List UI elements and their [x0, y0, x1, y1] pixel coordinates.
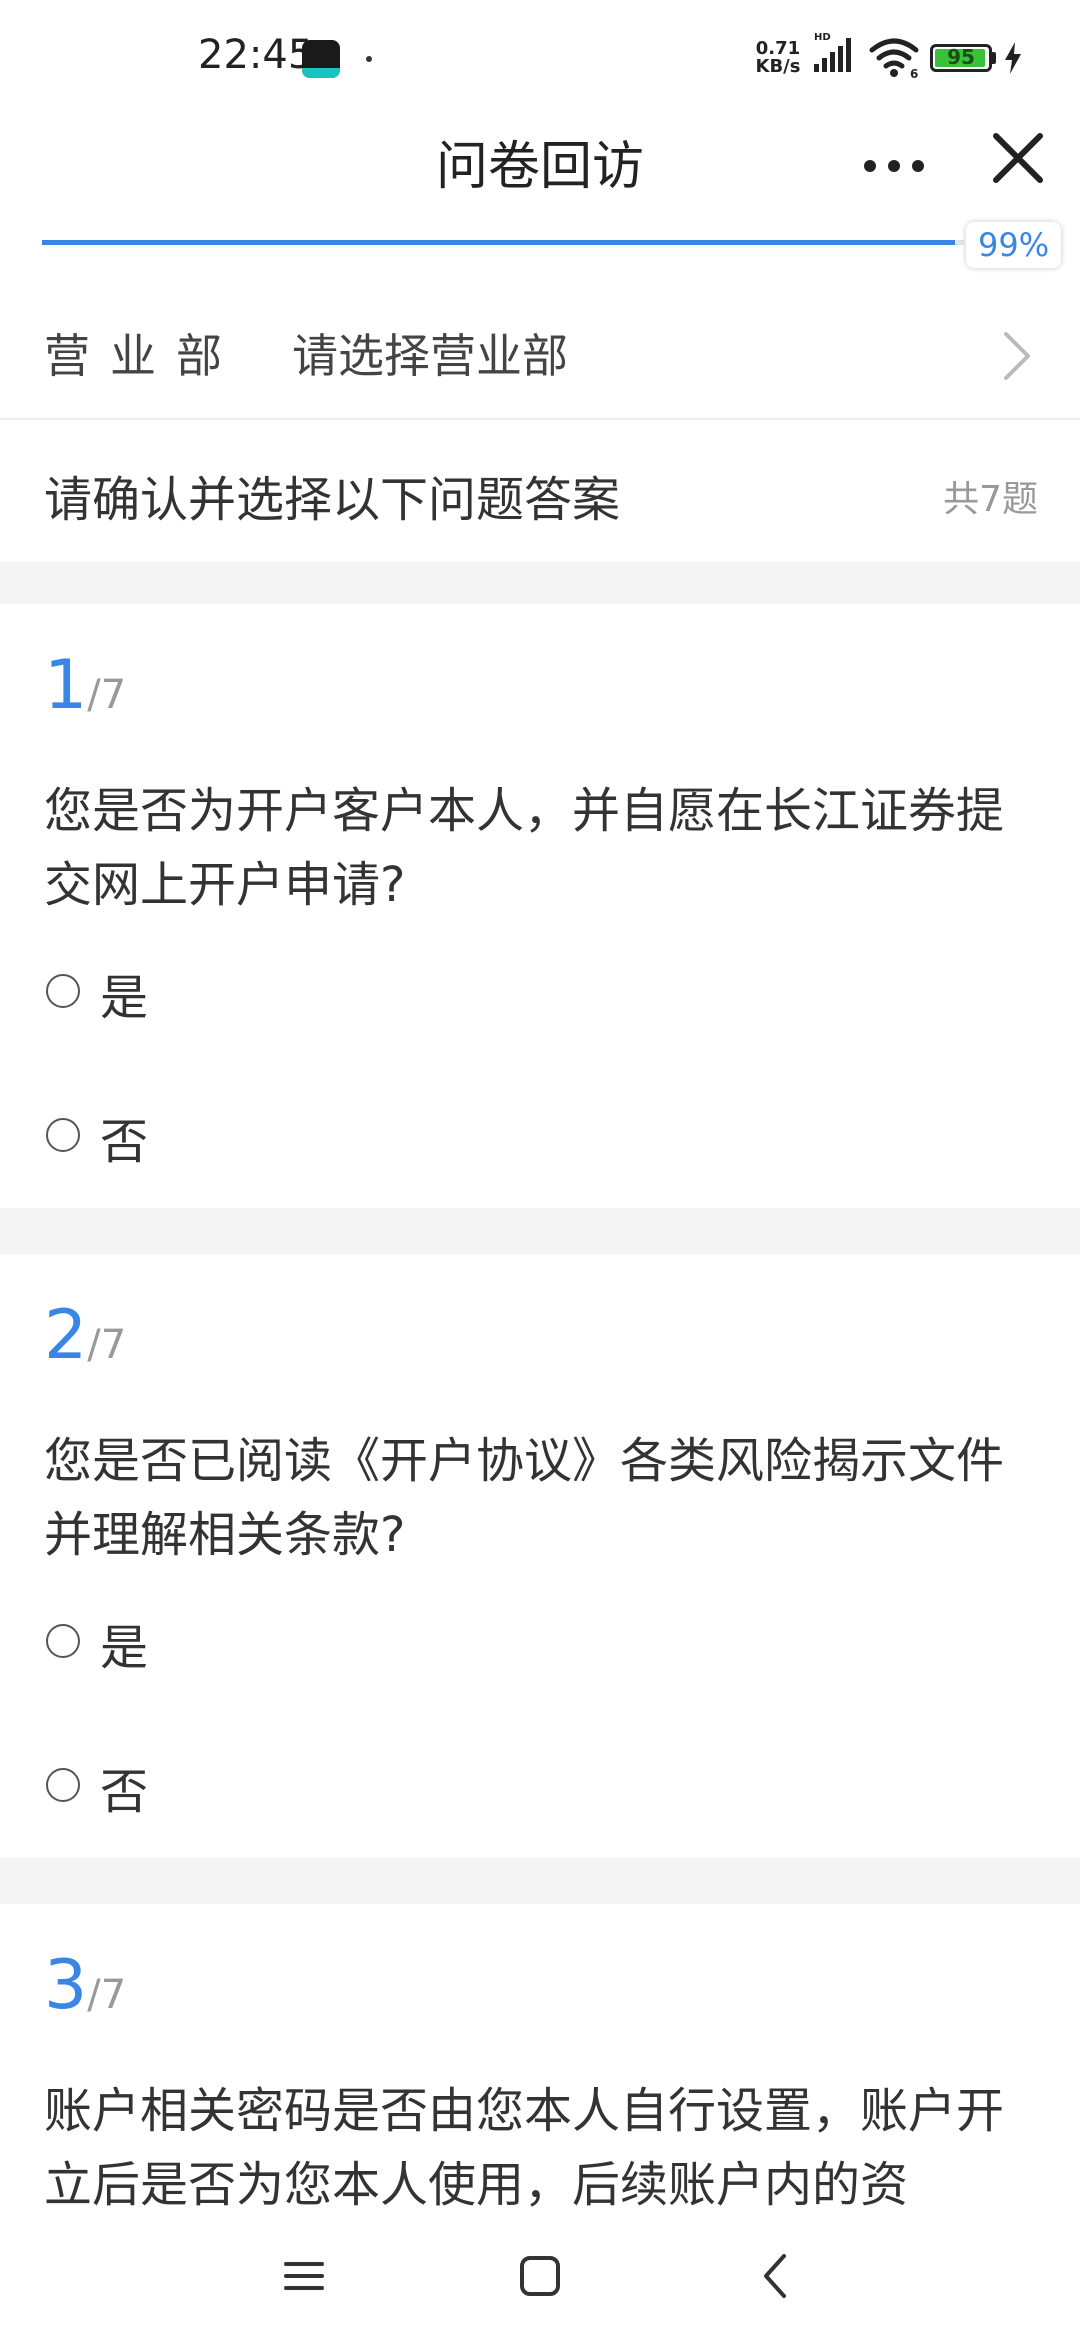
notification-dot-icon [366, 56, 372, 62]
more-horizontal-icon [888, 160, 900, 172]
section-divider [0, 562, 1080, 604]
answer-option-yes[interactable]: 是 [44, 1604, 644, 1684]
department-placeholder: 请选择营业部 [292, 329, 568, 383]
home-icon [520, 2256, 560, 2296]
department-selector[interactable]: 营业部 请选择营业部 [0, 294, 1080, 420]
radio-button[interactable] [46, 974, 80, 1008]
radio-button[interactable] [46, 1624, 80, 1658]
instruction-row: 请确认并选择以下问题答案 共7题 [0, 420, 1080, 560]
progress-percent: 99% [966, 222, 1062, 268]
department-label: 营业部 [44, 329, 242, 383]
battery-icon: 95 [930, 44, 992, 72]
question-number: 1/7 [44, 646, 126, 725]
answer-option-yes[interactable]: 是 [44, 954, 644, 1034]
question-total: /7 [87, 1972, 127, 2018]
answer-option-no[interactable]: 否 [44, 1098, 644, 1178]
battery-level: 95 [947, 45, 975, 69]
network-speed: 0.71 KB/s [752, 40, 804, 76]
answer-option-no[interactable]: 否 [44, 1748, 644, 1828]
menu-button[interactable] [268, 2240, 340, 2312]
progress-fill [42, 240, 955, 245]
wifi-icon: 6 [869, 38, 919, 80]
system-navigation-bar [0, 2210, 1080, 2340]
question-index: 2 [44, 1296, 88, 1375]
question-index: 1 [44, 646, 88, 725]
radio-button[interactable] [46, 1768, 80, 1802]
svg-text:6: 6 [910, 67, 918, 80]
title-bar: 问卷回访 [0, 110, 1080, 240]
status-bar: 22:45 0.71 KB/s HD 6 95 [0, 0, 1080, 110]
section-divider [0, 1858, 1080, 1904]
menu-icon [284, 2262, 324, 2290]
more-horizontal-icon [912, 160, 924, 172]
question-text: 您是否为开户客户本人，并自愿在长江证券提交网上开户申请? [44, 783, 1005, 913]
radio-button[interactable] [46, 1118, 80, 1152]
instruction-text: 请确认并选择以下问题答案 [44, 472, 621, 528]
question-card: 1/7 您是否为开户客户本人，并自愿在长江证券提交网上开户申请? 是 否 [0, 604, 1080, 1208]
question-index: 3 [44, 1946, 88, 2025]
option-label: 否 [100, 1764, 149, 1820]
question-total: /7 [87, 672, 127, 718]
charging-icon [1005, 42, 1021, 74]
cellular-signal-icon: HD [814, 32, 851, 72]
question-text: 您是否已阅读《开户协议》各类风险揭示文件并理解相关条款? [44, 1433, 1005, 1563]
section-divider [0, 1208, 1080, 1254]
question-total: /7 [87, 1322, 127, 1368]
option-label: 是 [100, 1620, 149, 1676]
question-number: 3/7 [44, 1946, 126, 2025]
back-button[interactable] [740, 2240, 812, 2312]
option-label: 否 [100, 1114, 149, 1170]
close-icon [993, 133, 1043, 183]
close-button[interactable] [982, 122, 1054, 194]
question-count: 共7题 [943, 479, 1038, 520]
back-icon [764, 2254, 786, 2298]
home-button[interactable] [504, 2240, 576, 2312]
question-text: 账户相关密码是否由您本人自行设置，账户开立后是否为您本人使用，后续账户内的资 [44, 2083, 1005, 2210]
status-time: 22:45 [198, 32, 314, 78]
question-card: 3/7 账户相关密码是否由您本人自行设置，账户开立后是否为您本人使用，后续账户内… [0, 1904, 1080, 2210]
question-card: 2/7 您是否已阅读《开户协议》各类风险揭示文件并理解相关条款? 是 否 [0, 1254, 1080, 1858]
app-notification-icon [302, 40, 340, 78]
more-options-button[interactable] [856, 140, 932, 190]
battery-cap [992, 52, 996, 64]
svg-text:HD: HD [814, 32, 831, 43]
option-label: 是 [100, 970, 149, 1026]
more-horizontal-icon [864, 160, 876, 172]
network-speed-unit: KB/s [755, 56, 801, 77]
survey-progress-bar: 99% [42, 222, 1070, 278]
chevron-right-icon [1004, 332, 1030, 380]
question-number: 2/7 [44, 1296, 126, 1375]
